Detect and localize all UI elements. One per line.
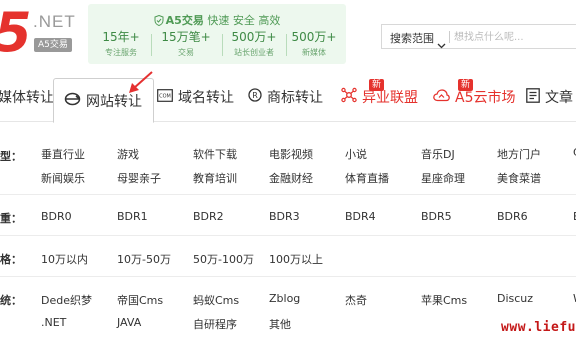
filter-option[interactable]: BDR6 — [497, 210, 528, 223]
svg-text:COM: COM — [159, 93, 171, 99]
filter-row-weight: 重： BDR0 BDR1 BDR2 BDR3 BDR4 BDR5 BDR6 B — [0, 196, 576, 236]
logo-digit[interactable]: 5 — [0, 6, 32, 60]
stat-webmasters: 500万+ 站长创业者 — [224, 28, 284, 58]
filter-option[interactable]: 电影视频 — [269, 146, 313, 162]
shield-check-icon — [154, 14, 164, 29]
stat-divider — [286, 34, 287, 56]
com-domain-icon: COM — [157, 88, 173, 106]
stat-label: 站长创业者 — [234, 48, 274, 57]
promo-brand: A5交易 — [165, 14, 204, 27]
filter-option[interactable]: BDR2 — [193, 210, 224, 223]
filter-option[interactable]: Discuz — [497, 292, 533, 305]
filter-option[interactable]: 10万-50万 — [117, 251, 171, 267]
filter-row-type: 型： 垂直行业 游戏 软件下载 电影视频 小说 音乐DJ 地方门户 C 新闻娱乐… — [0, 124, 576, 195]
chevron-down-icon[interactable] — [437, 34, 446, 53]
filter-option[interactable]: 帝国Cms — [117, 292, 163, 308]
promo-tagline: 快速 安全 高效 — [207, 14, 281, 27]
filter-option[interactable]: 体育直播 — [345, 170, 389, 186]
filter-option[interactable]: 星座命理 — [421, 170, 465, 186]
filter-label: 型： — [0, 150, 22, 163]
document-icon — [526, 87, 540, 107]
filter-option[interactable]: 苹果Cms — [421, 292, 467, 308]
network-icon — [341, 87, 357, 107]
cloud-icon — [433, 88, 450, 106]
site-header: 5 .NET A5交易 A5交易 快速 安全 高效 15年+ 专注服务 15万笔… — [0, 0, 576, 70]
nav-item-articles[interactable]: 文章 — [526, 85, 573, 109]
stat-label: 专注服务 — [105, 48, 137, 57]
registered-icon: R — [248, 88, 262, 106]
filter-option[interactable]: 10万以内 — [41, 251, 88, 267]
stat-divider — [222, 34, 223, 56]
stat-number: 500万+ — [231, 30, 277, 44]
filter-option[interactable]: 100万以上 — [269, 251, 323, 267]
search-box: 搜索范围 — [381, 24, 576, 49]
main-nav: 媒体转让 网站转让 COM 域名转让 R 商标转让 新 异业联盟 新 A5云市场 — [0, 74, 576, 123]
logo-badge: A5交易 — [34, 38, 72, 52]
nav-label: 域名转让 — [178, 90, 234, 106]
logo-net-text[interactable]: .NET — [33, 12, 76, 32]
filter-option[interactable]: BDR3 — [269, 210, 300, 223]
search-divider — [449, 31, 450, 43]
search-input[interactable] — [454, 28, 576, 46]
filter-option[interactable]: 教育培训 — [193, 170, 237, 186]
filter-option[interactable]: JAVA — [117, 316, 141, 329]
filter-label: 重： — [0, 212, 22, 225]
nav-item-cloud-market[interactable]: 新 A5云市场 — [433, 79, 515, 109]
nav-label: 媒体转让 — [0, 90, 54, 106]
transfer-icon — [64, 92, 81, 110]
new-badge: 新 — [458, 79, 474, 91]
filter-option[interactable]: 自研程序 — [193, 316, 237, 332]
stat-number: 500万+ — [291, 30, 337, 44]
pointer-arrow-icon — [129, 71, 153, 93]
stat-label: 新媒体 — [302, 48, 326, 57]
stat-number: 15年+ — [102, 30, 140, 44]
stat-label: 交易 — [178, 48, 194, 57]
filter-option[interactable]: 垂直行业 — [41, 146, 85, 162]
nav-label: 文章 — [545, 90, 573, 106]
stat-years: 15年+ 专注服务 — [96, 28, 146, 58]
filter-option[interactable]: BDR0 — [41, 210, 72, 223]
filter-option[interactable]: 美食菜谱 — [497, 170, 541, 186]
filter-option[interactable]: 母婴亲子 — [117, 170, 161, 186]
filter-option[interactable]: 杰奇 — [345, 292, 367, 308]
filter-option[interactable]: 游戏 — [117, 146, 139, 162]
promo-headline: A5交易 快速 安全 高效 — [88, 12, 346, 29]
filter-option[interactable]: Zblog — [269, 292, 300, 305]
filter-option[interactable]: BDR5 — [421, 210, 452, 223]
filter-label: 统： — [0, 294, 22, 307]
stat-transactions: 15万笔+ 交易 — [154, 28, 218, 58]
watermark-text: www.liefu — [501, 320, 576, 335]
new-badge: 新 — [369, 79, 385, 91]
stat-divider — [151, 34, 152, 56]
filter-option[interactable]: 金融财经 — [269, 170, 313, 186]
filter-option[interactable]: 地方门户 — [497, 146, 541, 162]
filter-option[interactable]: 软件下载 — [193, 146, 237, 162]
stat-media: 500万+ 新媒体 — [288, 28, 340, 58]
filter-row-price: 格： 10万以内 10万-50万 50万-100万 100万以上 — [0, 237, 576, 277]
filter-option[interactable]: 音乐DJ — [421, 146, 455, 162]
filter-option[interactable]: BDR4 — [345, 210, 376, 223]
nav-item-media[interactable]: 媒体转让 — [0, 85, 54, 109]
filter-option[interactable]: BDR1 — [117, 210, 148, 223]
stat-number: 15万笔+ — [161, 30, 211, 44]
nav-item-trademark[interactable]: R 商标转让 — [248, 85, 323, 109]
filter-option[interactable]: 蚂蚁Cms — [193, 292, 239, 308]
filter-option[interactable]: 新闻娱乐 — [41, 170, 85, 186]
filter-option[interactable]: 其他 — [269, 316, 291, 332]
nav-label: 商标转让 — [267, 90, 323, 106]
filter-option[interactable]: Dede织梦 — [41, 292, 92, 308]
filter-option[interactable]: .NET — [41, 316, 66, 329]
filter-option[interactable]: 50万-100万 — [193, 251, 254, 267]
nav-item-alliance[interactable]: 新 异业联盟 — [341, 79, 418, 109]
filter-row-system: 统： Dede织梦 帝国Cms 蚂蚁Cms Zblog 杰奇 苹果Cms Dis… — [0, 278, 576, 348]
filter-option[interactable]: 小说 — [345, 146, 367, 162]
filter-label: 格： — [0, 253, 22, 266]
svg-text:R: R — [252, 91, 258, 100]
nav-item-domain[interactable]: COM 域名转让 — [157, 85, 234, 109]
promo-banner: A5交易 快速 安全 高效 15年+ 专注服务 15万笔+ 交易 500万+ 站… — [88, 4, 346, 64]
search-scope-select[interactable]: 搜索范围 — [390, 30, 434, 46]
